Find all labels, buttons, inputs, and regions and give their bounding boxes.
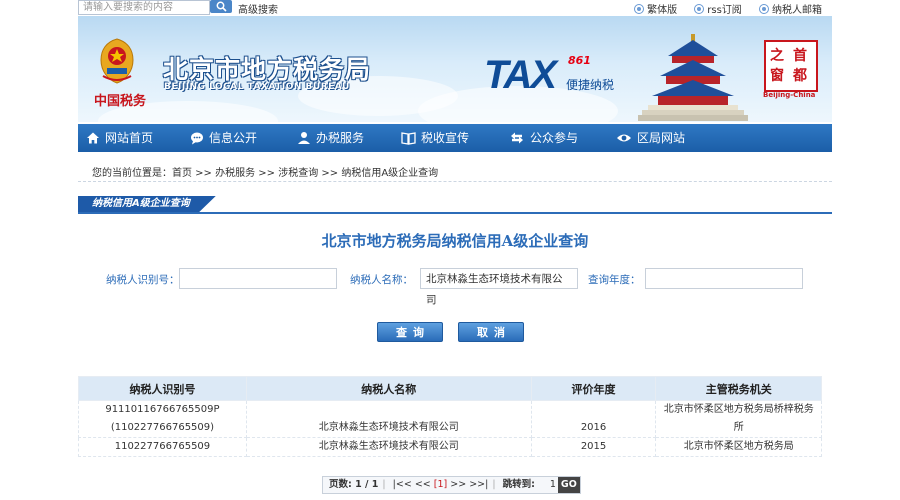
seal-char: 都 [793,68,807,84]
jump-page-input[interactable]: 1 [538,477,556,493]
jump-label: 跳转到: [502,479,535,490]
taxpayer-id-label: 纳税人识别号： [106,274,180,286]
top-bar: 请输入要搜索的内容 高级搜索 繁体版 rss订阅 纳税人邮箱 [78,0,832,16]
taxpayer-mailbox-label: 纳税人邮箱 [772,5,822,16]
column-header: 纳税人名称 [245,376,532,401]
taxpayer-id-cell: 110227766765509 [78,437,247,457]
table-row: 110227766765509 北京林淼生态环境技术有限公司 2015 北京市怀… [78,437,822,457]
prev-page-link[interactable]: << [415,479,431,490]
nav-item-home[interactable]: 网站首页 [86,124,153,152]
rss-link[interactable]: rss订阅 [694,4,742,16]
year-cell: 2016 [530,400,657,438]
taxpayer-id-input[interactable] [179,268,337,289]
emblem-text: 中国税务 [94,94,147,109]
results-table: 纳税人识别号 纳税人名称 评价年度 主管税务机关 911101167667655… [78,376,822,457]
column-header: 评价年度 [530,376,657,401]
bullet-icon [694,4,705,14]
top-links: 繁体版 rss订阅 纳税人邮箱 [620,1,822,16]
nav-item-info-disclosure[interactable]: 信息公开 [190,124,257,152]
go-button[interactable]: GO [557,477,580,493]
breadcrumb: 您的当前位置是：首页 >> 办税服务 >> 涉税查询 >> 纳税信用A级企业查询 [92,168,439,179]
nav-item-tax-publicity[interactable]: 税收宣传 [401,124,469,152]
taxpayer-name-cell: 北京林淼生态环境技术有限公司 [245,437,532,457]
temple-of-heaven-icon [638,34,748,121]
taxpayer-id-cell: 91110116766765509P (110227766765509) [78,400,247,438]
taxpayer-mailbox-link[interactable]: 纳税人邮箱 [759,4,822,16]
rss-label: rss订阅 [707,5,742,16]
current-page-link[interactable]: [1] [434,479,447,490]
query-year-input[interactable] [645,268,803,289]
tax-emblem-icon [100,38,134,84]
table-header-row: 纳税人识别号 纳税人名称 评价年度 主管税务机关 [78,376,822,401]
table-row: 91110116766765509P (110227766765509) 北京林淼… [78,400,822,438]
advanced-search-link[interactable]: 高级搜索 [238,1,278,16]
taxpayer-id-old-text: (110227766765509) [110,422,215,433]
tax-office-text: 北京市怀柔区地方税务局桥梓税务 [663,404,814,415]
nav-item-public-participation[interactable]: 公众参与 [509,124,578,152]
exchange-icon [511,132,523,144]
seal-caption: Beijing-China [763,91,816,99]
main-nav: 网站首页 信息公开 办税服务 税收宣传 公众参与 区局网站 [78,124,832,152]
nav-label: 信息公开 [209,131,258,145]
section-tab-label: 纳税信用A级企业查询 [78,196,216,212]
tax-hotline-number: 861 [568,54,591,67]
header-banner: 中国税务 北京市地方税务局 BEIJING LOCAL TAXATION BUR… [78,16,832,122]
first-page-link[interactable]: |<< [393,479,412,490]
year-cell: 2015 [530,437,657,457]
tax-office-cell: 北京市怀柔区地方税务局 [655,437,822,457]
bureau-name-cn: 北京市地方税务局 [163,55,372,84]
tax-office-text-cont: 所 [733,422,744,433]
column-header: 主管税务机关 [655,376,822,401]
bullet-icon [634,4,645,14]
taxpayer-name-label: 纳税人名称： [350,274,413,286]
bullet-icon [759,4,769,14]
page-title: 北京市地方税务局纳税信用A级企业查询 [321,232,589,250]
book-icon [401,132,416,145]
section-header: 纳税信用A级企业查询 [78,196,832,214]
nav-item-district-sites[interactable]: 区局网站 [616,124,685,152]
search-icon [216,1,227,12]
seal-char: 窗 [770,68,784,84]
page-info: 页数: 1 / 1 [329,479,379,490]
query-button[interactable]: 查询 [377,322,443,342]
user-icon [298,132,310,144]
query-year-label: 查询年度： [588,274,641,286]
page: 请输入要搜索的内容 高级搜索 繁体版 rss订阅 纳税人邮箱 中国税务 北京市地… [78,0,832,494]
column-header: 纳税人识别号 [78,376,247,401]
nav-label: 网站首页 [105,131,154,145]
search-button[interactable] [210,0,232,13]
nav-label: 区局网站 [637,131,686,145]
taxpayer-name-cell: 北京林淼生态环境技术有限公司 [245,400,532,438]
tax-slogan: 便捷纳税 [566,78,615,92]
next-page-link[interactable]: >> [450,479,466,490]
bureau-name-en: BEIJING LOCAL TAXATION BUREAU [164,82,350,92]
search-input[interactable]: 请输入要搜索的内容 [78,0,210,15]
seal-char: 首 [793,48,807,64]
nav-label: 办税服务 [316,131,365,145]
last-page-link[interactable]: >>| [469,479,488,490]
tax-office-cell: 北京市怀柔区地方税务局桥梓税务所 [655,400,822,438]
seal-char: 之 [770,48,784,64]
cancel-button[interactable]: 取消 [458,322,524,342]
nav-label: 税收宣传 [421,131,470,145]
capital-window-seal: 之 首 窗 都 [764,40,818,92]
chat-icon [191,132,203,145]
eye-icon [617,134,631,142]
pagination: 页数: 1 / 1 | |<< << [1] >> >>| | 跳转到: 1 GO [322,476,581,494]
traditional-chinese-label: 繁体版 [647,5,678,16]
nav-label: 公众参与 [530,131,579,145]
tax-logo: TAX [484,53,557,97]
breadcrumb-divider [78,181,832,182]
traditional-chinese-link[interactable]: 繁体版 [634,4,678,16]
taxpayer-name-input[interactable]: 北京林淼生态环境技术有限公司 [420,268,578,306]
nav-item-tax-services[interactable]: 办税服务 [297,124,364,152]
taxpayer-id-text: 91110116766765509P [105,404,220,415]
home-icon [87,132,99,144]
